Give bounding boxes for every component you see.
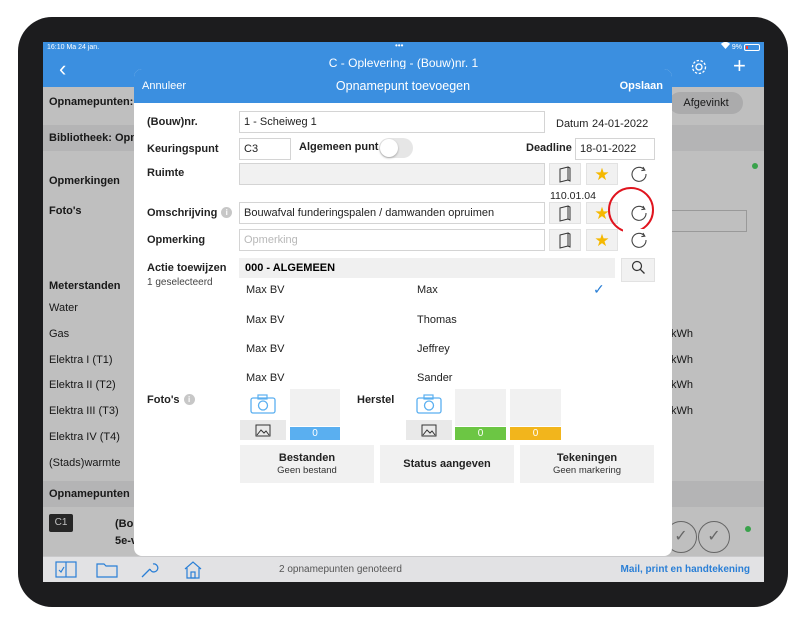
datum-label: Datum	[556, 118, 589, 130]
image-gallery-icon[interactable]	[240, 420, 286, 440]
omschrijving-label-text: Omschrijving	[147, 207, 218, 219]
bestanden-sub: Geen bestand	[277, 465, 337, 476]
actie-selected-count: 1 geselecteerd	[147, 277, 213, 288]
herstel-photo-slot[interactable]	[455, 389, 506, 426]
star-icon[interactable]: ★	[586, 229, 618, 251]
battery-percent: 9%	[731, 44, 742, 51]
tekeningen-sub: Geen markering	[552, 465, 622, 476]
highlight-circle	[608, 187, 654, 233]
algemeen-punt-label: Algemeen punt	[299, 141, 379, 153]
info-icon[interactable]: i	[183, 394, 195, 405]
bouwnr-label: (Bouw)nr.	[147, 116, 198, 128]
assignee-name: Thomas	[417, 314, 457, 326]
status-dots: •••	[395, 42, 404, 50]
assignee-name: Sander	[417, 372, 453, 384]
assignee-name: Jeffrey	[417, 343, 450, 355]
bestanden-title: Bestanden	[278, 452, 336, 464]
refresh-icon[interactable]	[623, 163, 655, 185]
star-icon[interactable]: ★	[586, 163, 618, 185]
camera-icon[interactable]	[406, 389, 452, 419]
datum-value: 24-01-2022	[592, 118, 649, 130]
keuringspunt-field[interactable]: C3	[239, 138, 291, 160]
herstel-label: Herstel	[357, 394, 395, 406]
deadline-label: Deadline	[526, 142, 572, 154]
book-icon[interactable]	[549, 229, 581, 251]
assignee-company: Max BV	[246, 372, 285, 384]
status-time: 16:10 Ma 24 jan.	[47, 44, 100, 51]
checkmark-icon: ✓	[593, 281, 605, 297]
status-aangeven-title: Status aangeven	[403, 458, 491, 470]
gear-icon[interactable]	[690, 58, 708, 81]
deadline-field[interactable]: 18-01-2022	[575, 138, 655, 160]
status-aangeven-button[interactable]: Status aangeven	[380, 445, 514, 483]
herstel-yellow-count: 0	[510, 427, 561, 440]
search-button[interactable]	[621, 258, 655, 282]
tekeningen-button[interactable]: Tekeningen Geen markering	[520, 445, 654, 483]
keuringspunt-label: Keuringspunt	[147, 143, 219, 155]
search-icon	[631, 260, 646, 280]
opnamepunten-count: 2 opnamepunten genoteerd	[279, 564, 402, 575]
herstel-green-count: 0	[455, 427, 506, 440]
assignee-name: Max	[417, 284, 438, 296]
nav-title: C - Oplevering - (Bouw)nr. 1	[328, 56, 479, 70]
opmerking-field[interactable]: Opmerking	[239, 229, 545, 251]
add-opnamepunt-modal: Annuleer Opnamepunt toevoegen Opslaan (B…	[134, 69, 672, 556]
bestanden-button[interactable]: Bestanden Geen bestand	[240, 445, 374, 483]
photo-slot[interactable]	[290, 389, 340, 426]
battery-icon	[744, 44, 760, 51]
assignee-company: Max BV	[246, 343, 285, 355]
wrench-icon[interactable]	[139, 561, 159, 582]
screen: Opnamepunten: Afgevinkt Bibliotheek: Opn…	[43, 42, 764, 582]
status-bar: 16:10 Ma 24 jan. ••• 9%	[43, 42, 764, 53]
battery-indicator: 9%	[720, 42, 760, 53]
omschrijving-field[interactable]: Bouwafval funderingspalen / damwanden op…	[239, 202, 545, 224]
book-icon[interactable]	[549, 163, 581, 185]
fotos-label: Foto's i	[147, 394, 195, 406]
save-button[interactable]: Opslaan	[620, 80, 663, 92]
herstel-photo-slot[interactable]	[510, 389, 561, 426]
mail-print-link[interactable]: Mail, print en handtekening	[621, 564, 750, 575]
omschrijving-label: Omschrijving i	[147, 207, 233, 219]
device-edge	[82, 17, 132, 23]
checklist-icon[interactable]	[55, 561, 77, 581]
bottom-toolbar: 2 opnamepunten genoteerd Mail, print en …	[43, 556, 764, 582]
book-icon[interactable]	[549, 202, 581, 224]
tekeningen-title: Tekeningen	[556, 452, 618, 464]
folder-icon[interactable]	[96, 561, 118, 581]
bouwnr-field[interactable]: 1 - Scheiweg 1	[239, 111, 545, 133]
info-icon[interactable]: i	[221, 207, 233, 218]
fotos-label-text: Foto's	[147, 394, 180, 406]
opmerking-label: Opmerking	[147, 234, 206, 246]
image-gallery-icon[interactable]	[406, 420, 452, 440]
modal-title: Opnamepunt toevoegen	[335, 79, 471, 93]
assignee-company: Max BV	[246, 314, 285, 326]
home-icon[interactable]	[183, 561, 203, 582]
modal-header: Annuleer Opnamepunt toevoegen Opslaan	[134, 69, 672, 103]
add-icon[interactable]: +	[733, 53, 746, 79]
wifi-icon	[720, 42, 730, 53]
ruimte-field[interactable]	[239, 163, 545, 185]
assignee-company: Max BV	[246, 284, 285, 296]
camera-icon[interactable]	[240, 389, 286, 419]
group-header: 000 - ALGEMEEN	[239, 258, 615, 278]
actie-toewijzen-label: Actie toewijzen	[147, 262, 227, 274]
item-code: 110.01.04	[550, 190, 596, 202]
refresh-icon[interactable]	[623, 229, 655, 251]
algemeen-punt-toggle[interactable]	[379, 138, 413, 158]
ruimte-label: Ruimte	[147, 167, 185, 179]
photo-count: 0	[290, 427, 340, 440]
